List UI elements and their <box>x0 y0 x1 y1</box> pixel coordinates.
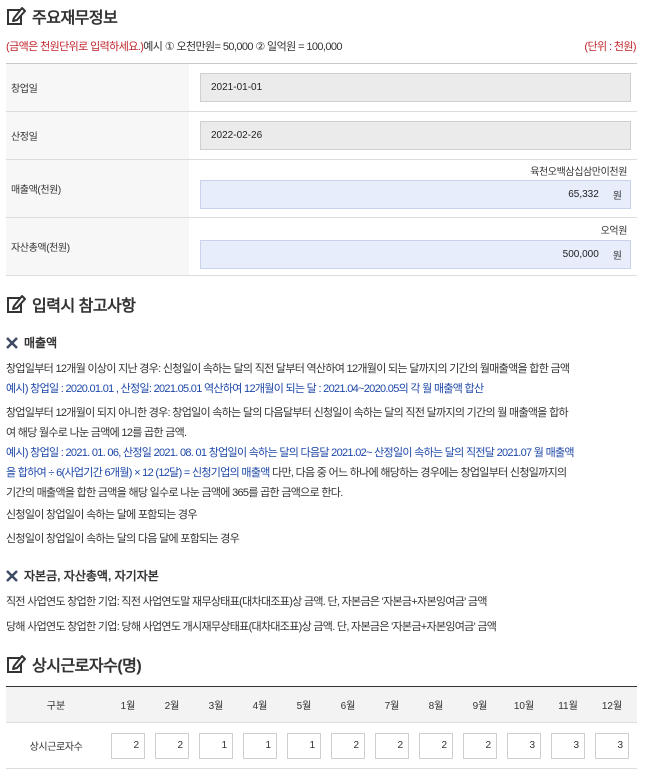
worker-count-input[interactable]: 3 <box>507 732 541 759</box>
assets-input[interactable]: 500,000 원 <box>200 240 631 269</box>
header-month: 10월 <box>513 701 535 712</box>
header-month: 12월 <box>601 701 623 712</box>
form-row-founding: 창업일 2021-01-01 <box>6 64 637 112</box>
section-title-text: 입력시 참고사항 <box>32 298 136 315</box>
worker-count-input[interactable]: 2 <box>155 732 189 759</box>
founding-date-field[interactable]: 2021-01-01 <box>200 73 631 102</box>
workers-header-row: 구분 1월 2월 3월 4월 5월 6월 7월 8월 9월 10월 11월 12… <box>6 687 637 723</box>
assets-label: 자산총액(천원) <box>6 218 189 275</box>
sales-ref-example-2: 예시) 창업일 : 2021. 01. 06, 산정일 2021. 08. 01… <box>6 447 575 499</box>
section-title-financial: 주요재무정보 <box>6 4 118 28</box>
sales-korean-amount: 육천오백삼십삼만이천원 <box>530 167 627 178</box>
worker-count-input[interactable]: 3 <box>551 732 585 759</box>
form-row-sales: 매출액(천원) 육천오백삼십삼만이천원 65,332 원 <box>6 160 637 218</box>
sales-ref-title: 매출액 <box>6 334 57 351</box>
bullet-icon <box>6 336 18 349</box>
header-month: 1월 <box>120 701 136 712</box>
apply-date-field[interactable]: 2022-02-26 <box>200 121 631 150</box>
worker-count-input[interactable]: 2 <box>111 732 145 759</box>
worker-count-input[interactable]: 1 <box>199 732 233 759</box>
header-month: 3월 <box>208 701 224 712</box>
workers-table: 구분 1월 2월 3월 4월 5월 6월 7월 8월 9월 10월 11월 12… <box>6 686 637 769</box>
worker-count-input[interactable]: 2 <box>463 732 497 759</box>
edit-icon <box>7 655 26 673</box>
apply-date-label: 산정일 <box>6 112 189 159</box>
sales-ref-case-1: 신청일이 창업일이 속하는 달에 포함되는 경우 <box>6 509 197 521</box>
header-month: 2월 <box>164 701 180 712</box>
header-month: 7월 <box>384 701 400 712</box>
section-title-workers: 상시근로자수(명) <box>6 652 142 676</box>
sales-value: 65,332 <box>568 189 599 200</box>
sales-ref-text-2: 창업일부터 12개월이 되지 아니한 경우: 창업일이 속하는 달의 다음달부터… <box>6 407 569 439</box>
notice-warning: (금액은 천원단위로 입력하세요.) <box>6 41 144 53</box>
worker-count-input[interactable]: 3 <box>595 732 629 759</box>
capital-ref-text-2: 당해 사업연도 창업한 기업: 당해 사업연도 개시재무상태표(대차대조표)상 … <box>6 621 497 633</box>
capital-ref-title: 자본금, 자산총액, 자기자본 <box>6 567 159 584</box>
sales-ref-text-1: 창업일부터 12개월 이상이 지난 경우: 신청일이 속하는 달의 직전 달부터… <box>6 363 570 375</box>
section-title-reference: 입력시 참고사항 <box>6 292 136 316</box>
assets-value: 500,000 <box>562 249 599 260</box>
worker-count-input[interactable]: 1 <box>243 732 277 759</box>
header-month: 8월 <box>428 701 444 712</box>
sales-label: 매출액(천원) <box>6 160 189 217</box>
header-month: 6월 <box>340 701 356 712</box>
sales-ref-example-1: 예시) 창업일 : 2020.01.01 , 산정일: 2021.05.01 역… <box>6 383 484 395</box>
sales-ref-case-2: 신청일이 창업일이 속하는 달의 다음 달에 포함되는 경우 <box>6 533 240 545</box>
form-row-apply: 산정일 2022-02-26 <box>6 112 637 160</box>
header-month: 11월 <box>558 701 578 712</box>
sales-input[interactable]: 65,332 원 <box>200 180 631 209</box>
founding-date-label: 창업일 <box>6 64 189 111</box>
edit-icon <box>7 295 26 313</box>
won-suffix: 원 <box>612 191 622 202</box>
worker-count-input[interactable]: 2 <box>419 732 453 759</box>
unit-label: (단위 : 천원) <box>584 41 636 53</box>
worker-count-input[interactable]: 2 <box>375 732 409 759</box>
capital-ref-text-1: 직전 사업연도 창업한 기업: 직전 사업연도말 재무상태표(대차대조표)상 금… <box>6 596 487 608</box>
financial-form: 창업일 2021-01-01 산정일 2022-02-26 매출액(천원) 육천… <box>6 63 637 276</box>
header-category: 구분 <box>46 701 66 712</box>
form-row-assets: 자산총액(천원) 오억원 500,000 원 <box>6 218 637 276</box>
notice-example: 예시 ① 오천만원= 50,000 ② 일억원 = 100,000 <box>143 41 342 53</box>
won-suffix: 원 <box>612 251 622 262</box>
header-month: 4월 <box>252 701 268 712</box>
header-month: 5월 <box>296 701 312 712</box>
header-month: 9월 <box>472 701 488 712</box>
edit-icon <box>7 7 26 25</box>
row-label: 상시근로자수 <box>29 742 83 753</box>
section-title-text: 상시근로자수(명) <box>32 658 142 675</box>
section-title-text: 주요재무정보 <box>32 10 118 27</box>
worker-count-input[interactable]: 1 <box>287 732 321 759</box>
workers-data-row: 상시근로자수 2 2 1 1 1 2 2 2 2 3 3 3 <box>6 723 637 769</box>
assets-korean-amount: 오억원 <box>600 226 628 237</box>
worker-count-input[interactable]: 2 <box>331 732 365 759</box>
bullet-icon <box>6 569 18 582</box>
input-notice: (금액은 천원단위로 입력하세요.)예시 ① 오천만원= 50,000 ② 일억… <box>6 38 637 54</box>
